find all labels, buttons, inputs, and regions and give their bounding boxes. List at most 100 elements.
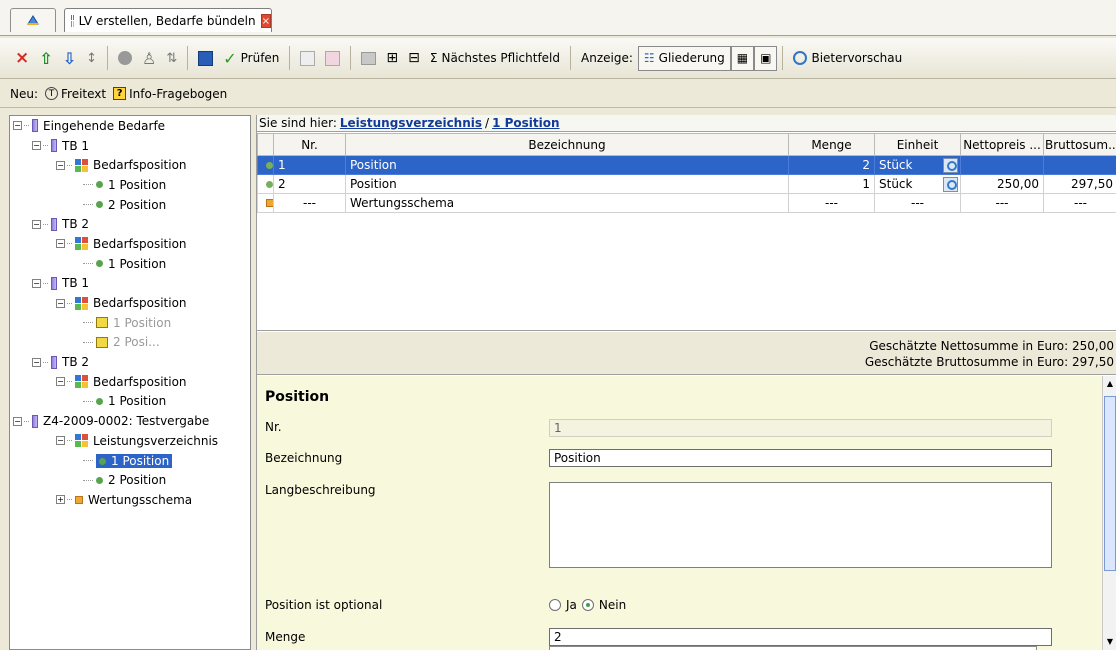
export-button[interactable] [295, 44, 320, 72]
column-einheit[interactable]: Einheit [874, 133, 961, 156]
tree-node[interactable]: 1 Position [10, 313, 250, 333]
close-icon[interactable]: × [260, 13, 271, 28]
langbeschreibung-textarea[interactable] [549, 482, 1052, 568]
bietervorschau-button[interactable]: Bietervorschau [788, 44, 907, 72]
tree-node[interactable]: − Bedarfsposition [10, 155, 250, 175]
tree-node[interactable]: − Leistungsverzeichnis [10, 431, 250, 451]
tab-lv-erstellen[interactable]: LV erstellen, Bedarfe bündeln × [64, 8, 272, 32]
expand-icon[interactable]: + [56, 495, 65, 505]
collapse-button[interactable]: ⊟ [403, 44, 425, 72]
column-nr[interactable]: Nr. [273, 133, 346, 156]
tree-node[interactable]: − Bedarfsposition [10, 372, 250, 392]
scrollbar-thumb[interactable] [1104, 396, 1116, 571]
collapse-icon[interactable]: − [56, 239, 65, 249]
collapse-icon[interactable]: − [32, 219, 41, 229]
cell-einheit[interactable]: --- [874, 193, 961, 213]
collapse-icon[interactable]: − [32, 278, 41, 288]
cell-einheit[interactable]: Stück [874, 174, 961, 194]
nr-field[interactable]: 1 [549, 419, 1052, 437]
folder-cylinder-icon [51, 355, 57, 369]
gliederung-button[interactable]: ☷ Gliederung [637, 45, 731, 71]
selected-tree-item[interactable]: 1 Position [96, 453, 173, 468]
search-icon[interactable] [943, 177, 958, 192]
tree-node[interactable]: − TB 1 [10, 274, 250, 294]
tree-node-selected[interactable]: 1 Position [10, 451, 250, 471]
sort-button[interactable]: ↕ [81, 44, 102, 72]
tree-node[interactable]: 2 Posi... [10, 333, 250, 353]
cell-einheit[interactable]: Stück [874, 155, 961, 175]
breadcrumb-link-position[interactable]: 1 Position [492, 116, 559, 130]
collapse-icon[interactable]: − [56, 377, 65, 387]
tree-sort-button[interactable]: ⇅ [161, 44, 182, 72]
menge-field[interactable]: 2 [549, 628, 1052, 646]
freitext-button[interactable]: T Freitext [45, 87, 106, 101]
cell-bezeichnung[interactable]: Wertungsschema [345, 193, 789, 213]
collapse-icon[interactable]: − [56, 160, 65, 170]
tree-node[interactable]: 1 Position [10, 392, 250, 412]
save-button[interactable] [193, 44, 218, 72]
cell-bruttosumme[interactable]: --- [1043, 193, 1116, 213]
cell-nr[interactable]: 2 [273, 174, 346, 194]
cell-menge[interactable]: 1 [788, 174, 875, 194]
breadcrumb-link-leistungsverzeichnis[interactable]: Leistungsverzeichnis [340, 116, 482, 130]
move-up-button[interactable]: ⇧ [34, 44, 57, 72]
cell-nettopreis[interactable] [960, 155, 1044, 175]
tree-node[interactable]: 2 Position [10, 470, 250, 490]
folder-button[interactable] [356, 44, 381, 72]
next-required-field-button[interactable]: Σ Nächstes Pflichtfeld [425, 44, 565, 72]
tree-node[interactable]: − Bedarfsposition [10, 293, 250, 313]
user-action-button[interactable]: ♙ [137, 44, 161, 72]
document-view-button[interactable]: ▣ [754, 45, 778, 71]
collapse-icon[interactable]: − [56, 298, 65, 308]
cell-nettopreis[interactable]: --- [960, 193, 1044, 213]
scroll-down-icon[interactable]: ▼ [1104, 636, 1116, 648]
detail-vertical-scrollbar[interactable]: ▲ ▼ [1102, 376, 1116, 650]
table-view-button[interactable]: ▦ [730, 45, 755, 71]
cell-nr[interactable]: 1 [273, 155, 346, 175]
scroll-up-icon[interactable]: ▲ [1104, 378, 1116, 390]
cell-menge[interactable]: 2 [788, 155, 875, 175]
collapse-icon[interactable]: − [13, 121, 22, 131]
partially-visible-field[interactable] [549, 646, 1037, 650]
cell-nr[interactable]: --- [273, 193, 346, 213]
pruefen-button[interactable]: ✓ Prüfen [218, 44, 284, 72]
search-icon[interactable] [943, 158, 958, 173]
tree-node[interactable]: − TB 2 [10, 214, 250, 234]
tree-node[interactable]: 2 Position [10, 195, 250, 215]
column-bruttosumme[interactable]: Bruttosum... [1043, 133, 1116, 156]
collapse-icon[interactable]: − [32, 357, 41, 367]
bezeichnung-field[interactable]: Position [549, 449, 1052, 467]
move-down-button[interactable]: ⇩ [58, 44, 81, 72]
table-row[interactable]: 2 Position 1 Stück 250,00 297,50 [257, 174, 1116, 194]
radio-nein[interactable] [581, 599, 594, 611]
info-fragebogen-button[interactable]: ? Info-Fragebogen [113, 87, 227, 101]
cell-bruttosumme[interactable]: 297,50 [1043, 174, 1116, 194]
expand-button[interactable]: ⊞ [381, 44, 403, 72]
radio-ja[interactable] [549, 599, 561, 611]
tree-node[interactable]: − TB 2 [10, 352, 250, 372]
tree-node[interactable]: − TB 1 [10, 136, 250, 156]
table-row-selected[interactable]: 1 Position 2 Stück [257, 155, 1116, 175]
delete-button[interactable]: × [10, 44, 34, 72]
tree-node[interactable]: − Bedarfsposition [10, 234, 250, 254]
cell-bruttosumme[interactable] [1043, 155, 1116, 175]
collapse-icon[interactable]: − [32, 141, 41, 151]
column-menge[interactable]: Menge [788, 133, 875, 156]
tree-node[interactable]: + Wertungsschema [10, 490, 250, 510]
import-button[interactable] [320, 44, 345, 72]
collapse-icon[interactable]: − [56, 436, 65, 446]
cell-bezeichnung[interactable]: Position [345, 174, 789, 194]
column-bezeichnung[interactable]: Bezeichnung [345, 133, 789, 156]
collapse-icon[interactable]: − [13, 416, 22, 426]
tree-node[interactable]: 1 Position [10, 254, 250, 274]
column-nettopreis[interactable]: Nettopreis ... [960, 133, 1044, 156]
table-row[interactable]: --- Wertungsschema --- --- --- --- [257, 193, 1116, 213]
disabled-action-button[interactable] [113, 44, 137, 72]
tree-node[interactable]: − Z4-2009-0002: Testvergabe [10, 411, 250, 431]
home-tab[interactable] [10, 8, 56, 32]
cell-nettopreis[interactable]: 250,00 [960, 174, 1044, 194]
tree-node[interactable]: − Eingehende Bedarfe [10, 116, 250, 136]
cell-bezeichnung[interactable]: Position [345, 155, 789, 175]
cell-menge[interactable]: --- [788, 193, 875, 213]
tree-node[interactable]: 1 Position [10, 175, 250, 195]
